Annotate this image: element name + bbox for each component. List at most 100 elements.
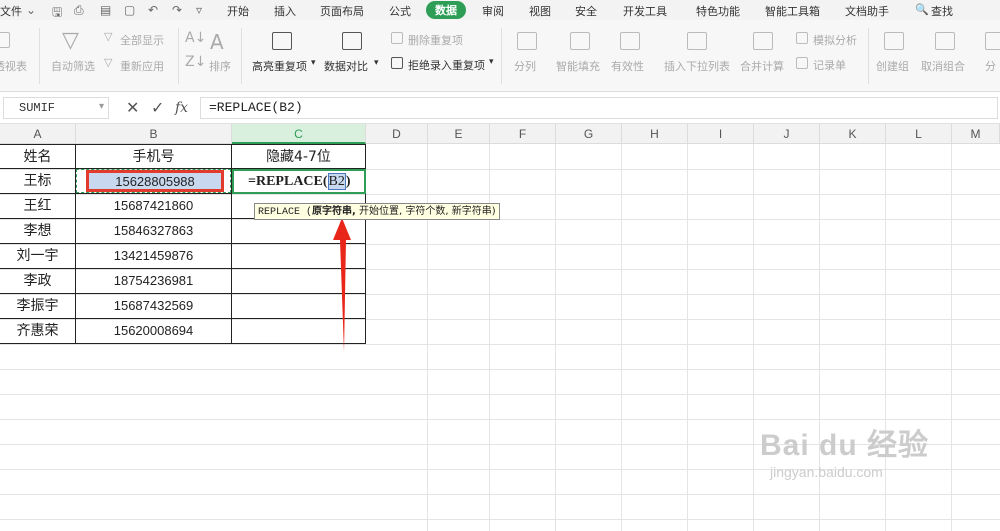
- fx-icon[interactable]: fx: [175, 100, 188, 116]
- cell-b5[interactable]: 13421459876: [76, 244, 232, 269]
- highlight-duplicates-icon[interactable]: [272, 32, 292, 50]
- insert-dropdown-label[interactable]: 插入下拉列表: [664, 58, 730, 74]
- cell-a4[interactable]: 李想: [0, 219, 76, 244]
- col-header-l[interactable]: L: [886, 124, 952, 144]
- col-header-m[interactable]: M: [952, 124, 1000, 144]
- col-header-k[interactable]: K: [820, 124, 886, 144]
- tab-developer[interactable]: 开发工具: [623, 3, 667, 19]
- highlight-duplicates-label[interactable]: 高亮重复项: [252, 58, 307, 74]
- pivot-table-icon[interactable]: [0, 32, 10, 48]
- smart-fill-label[interactable]: 智能填充: [556, 58, 600, 74]
- customize-icon[interactable]: ▿: [196, 3, 202, 17]
- create-group-label[interactable]: 创建组: [876, 58, 909, 74]
- col-header-g[interactable]: G: [556, 124, 622, 144]
- tab-insert[interactable]: 插入: [274, 3, 296, 19]
- cell-a2[interactable]: 王标: [0, 169, 76, 194]
- data-compare-icon[interactable]: [342, 32, 362, 50]
- pivot-table-label[interactable]: 透视表: [0, 58, 27, 74]
- auto-filter-label[interactable]: 自动筛选: [51, 58, 95, 74]
- redo-icon[interactable]: ↷: [172, 3, 182, 17]
- record-form-label[interactable]: 记录单: [813, 57, 846, 73]
- cancel-icon[interactable]: ✕: [126, 98, 139, 117]
- tab-review[interactable]: 审阅: [482, 3, 504, 19]
- name-box[interactable]: SUMIF ▾: [3, 97, 109, 119]
- ungroup-icon[interactable]: [935, 32, 955, 50]
- tab-features[interactable]: 特色功能: [696, 3, 740, 19]
- preview-icon[interactable]: ▢: [124, 3, 135, 17]
- create-group-icon[interactable]: [884, 32, 904, 50]
- merge-calc-icon[interactable]: [753, 32, 773, 50]
- cell-a1[interactable]: 姓名: [0, 144, 76, 169]
- reapply-label[interactable]: 重新应用: [120, 58, 164, 74]
- search-icon[interactable]: 🔍: [915, 3, 929, 16]
- merge-calc-label[interactable]: 合并计算: [740, 58, 784, 74]
- reject-duplicates-label[interactable]: 拒绝录入重复项: [408, 57, 485, 73]
- validity-label[interactable]: 有效性: [611, 58, 644, 74]
- dropdown-arrow-icon[interactable]: ▾: [489, 57, 494, 67]
- cell-b8[interactable]: 15620008694: [76, 319, 232, 344]
- chevron-down-icon[interactable]: ▾: [99, 101, 104, 113]
- cell-a3[interactable]: 王红: [0, 194, 76, 219]
- ungroup-label[interactable]: 取消组合: [921, 58, 965, 74]
- cell-b4[interactable]: 15846327863: [76, 219, 232, 244]
- tab-page-layout[interactable]: 页面布局: [320, 3, 364, 19]
- delete-duplicates-label[interactable]: 删除重复项: [408, 32, 463, 48]
- cell-b6[interactable]: 18754236981: [76, 269, 232, 294]
- cell-b2[interactable]: 15628805988: [76, 169, 232, 194]
- col-header-i[interactable]: I: [688, 124, 754, 144]
- cell-b7[interactable]: 15687432569: [76, 294, 232, 319]
- smart-fill-icon[interactable]: [570, 32, 590, 50]
- cell-b3[interactable]: 15687421860: [76, 194, 232, 219]
- sort-icon[interactable]: A: [210, 30, 224, 54]
- formula-input[interactable]: =REPLACE(B2): [200, 97, 998, 119]
- validity-icon[interactable]: [620, 32, 640, 50]
- col-header-c[interactable]: C: [232, 124, 366, 144]
- tab-view[interactable]: 视图: [529, 3, 551, 19]
- split-column-label[interactable]: 分列: [514, 58, 536, 74]
- tab-smart-toolbox[interactable]: 智能工具箱: [765, 3, 820, 19]
- col-header-f[interactable]: F: [490, 124, 556, 144]
- show-all-icon[interactable]: ▽: [104, 30, 112, 43]
- search-label[interactable]: 查找: [931, 3, 953, 19]
- insert-dropdown-icon[interactable]: [687, 32, 707, 50]
- cell-a5[interactable]: 刘一宇: [0, 244, 76, 269]
- col-header-b[interactable]: B: [76, 124, 232, 144]
- show-all-label[interactable]: 全部显示: [120, 32, 164, 48]
- col-header-a[interactable]: A: [0, 124, 76, 144]
- dropdown-arrow-icon[interactable]: ▾: [311, 58, 316, 68]
- split-column-icon[interactable]: [517, 32, 537, 50]
- simulate-icon[interactable]: [796, 32, 808, 44]
- cell-c2-editing[interactable]: =REPLACE(B2): [232, 169, 366, 194]
- data-compare-label[interactable]: 数据对比: [324, 58, 368, 74]
- cell-a8[interactable]: 齐惠荣: [0, 319, 76, 344]
- simulate-label[interactable]: 模拟分析: [813, 32, 857, 48]
- tab-data[interactable]: 数据: [426, 1, 466, 19]
- tab-home[interactable]: 开始: [227, 3, 249, 19]
- subtotal-label[interactable]: 分: [985, 58, 996, 74]
- subtotal-icon[interactable]: [985, 32, 1000, 50]
- delete-duplicates-icon[interactable]: [391, 32, 403, 44]
- col-header-e[interactable]: E: [428, 124, 490, 144]
- sort-asc-icon[interactable]: A↓: [185, 30, 206, 46]
- menu-file[interactable]: 文件: [0, 3, 22, 19]
- tab-formula[interactable]: 公式: [389, 3, 411, 19]
- col-header-j[interactable]: J: [754, 124, 820, 144]
- col-header-h[interactable]: H: [622, 124, 688, 144]
- enter-icon[interactable]: ✓: [151, 98, 164, 117]
- cell-a7[interactable]: 李振宇: [0, 294, 76, 319]
- undo-icon[interactable]: ↶: [148, 3, 158, 17]
- menu-dropdown-icon[interactable]: ⌄: [26, 3, 36, 17]
- record-form-icon[interactable]: [796, 57, 808, 69]
- cell-a6[interactable]: 李政: [0, 269, 76, 294]
- print-preview-icon[interactable]: ⎙: [74, 3, 84, 18]
- cell-b1[interactable]: 手机号: [76, 144, 232, 169]
- tab-doc-assistant[interactable]: 文档助手: [845, 3, 889, 19]
- filter-icon[interactable]: ▽: [62, 28, 79, 53]
- cell-c1[interactable]: 隐藏4-7位: [232, 144, 366, 169]
- print-icon[interactable]: ▤: [100, 3, 111, 17]
- sort-desc-icon[interactable]: Z↓: [185, 54, 206, 70]
- reject-duplicates-icon[interactable]: [391, 57, 403, 69]
- dropdown-arrow-icon[interactable]: ▾: [374, 58, 379, 68]
- sort-label[interactable]: 排序: [209, 58, 231, 74]
- tab-security[interactable]: 安全: [575, 3, 597, 19]
